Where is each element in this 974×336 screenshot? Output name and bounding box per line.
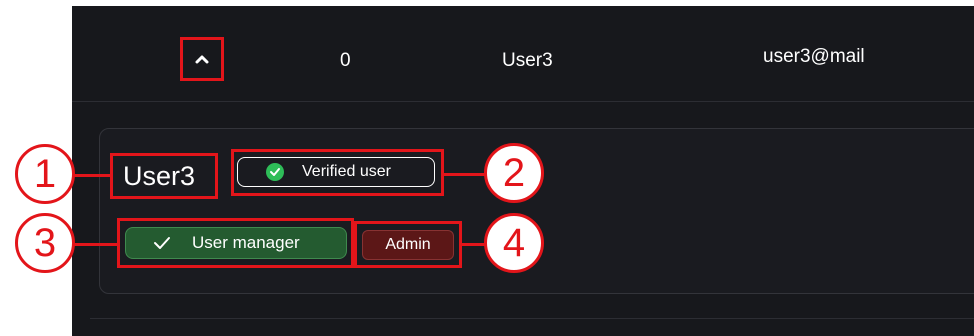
verified-badge-highlight: Verified user xyxy=(231,149,444,196)
verified-user-label: Verified user xyxy=(302,163,391,180)
check-circle-icon xyxy=(266,163,284,181)
callout-line-2 xyxy=(444,173,486,176)
admin-role-badge[interactable]: Admin xyxy=(362,230,454,260)
user-details-title: User3 xyxy=(110,153,218,199)
callout-1: 1 xyxy=(15,144,75,204)
admin-role-highlight: Admin xyxy=(354,221,462,268)
row-divider xyxy=(72,101,974,102)
callout-3: 3 xyxy=(15,213,75,273)
verified-user-badge: Verified user xyxy=(237,157,435,187)
chevron-up-icon xyxy=(195,55,209,64)
row-user-email: user3@mail xyxy=(763,46,865,67)
row-user-name: User3 xyxy=(502,50,553,71)
collapse-row-button[interactable] xyxy=(180,37,224,81)
user-manager-highlight: User manager xyxy=(117,218,354,268)
user-manager-role-badge[interactable]: User manager xyxy=(125,227,347,259)
callout-line-1 xyxy=(74,174,110,177)
screenshot-canvas: 0 User3 user3@mail User3 Verified user U… xyxy=(0,0,974,336)
callout-2: 2 xyxy=(484,143,544,203)
callout-line-3 xyxy=(74,243,118,246)
callout-line-4 xyxy=(462,243,486,246)
admin-label: Admin xyxy=(385,236,431,253)
user-manager-label: User manager xyxy=(192,233,300,252)
row-index: 0 xyxy=(340,50,351,71)
bottom-divider xyxy=(90,318,974,319)
callout-4: 4 xyxy=(484,213,544,273)
check-icon xyxy=(153,236,171,250)
